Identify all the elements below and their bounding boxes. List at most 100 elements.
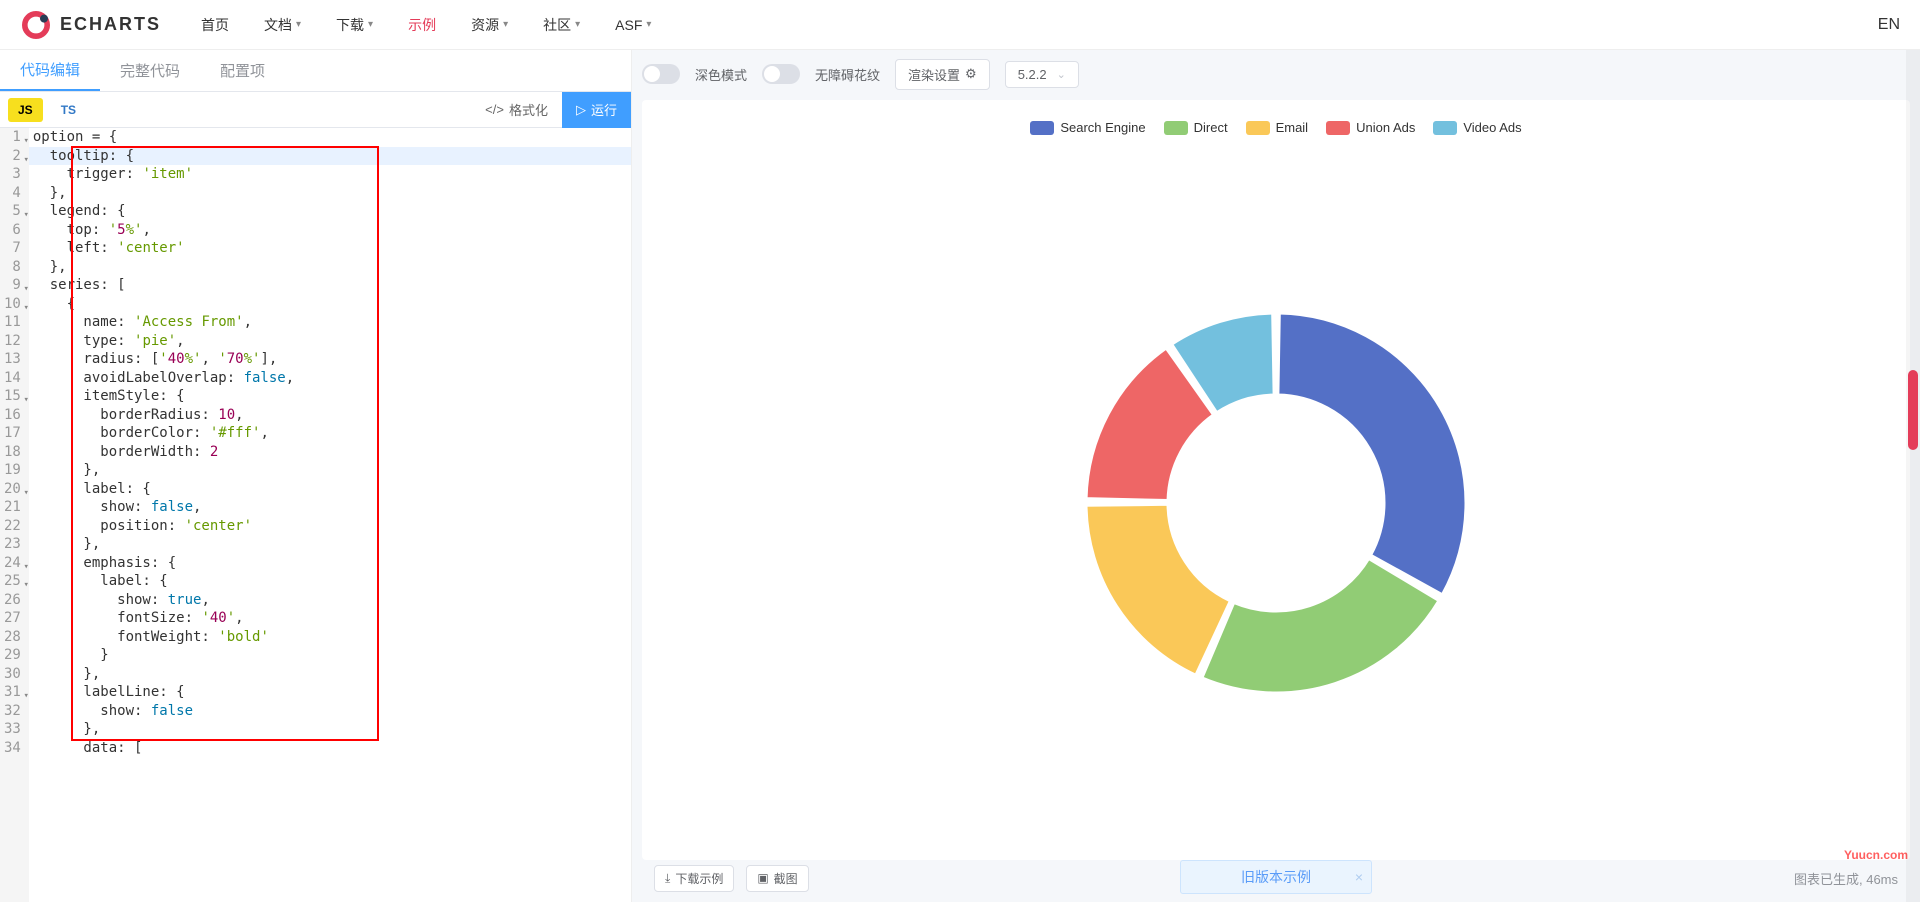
- download-icon: ⤓: [665, 871, 670, 886]
- legend-swatch: [1433, 121, 1457, 135]
- scrollbar[interactable]: [1906, 50, 1920, 902]
- logo[interactable]: ECHARTS: [20, 9, 161, 41]
- version-select[interactable]: 5.2.2 ⌄: [1005, 61, 1079, 88]
- code-line[interactable]: top: '5%',: [29, 221, 631, 240]
- run-button[interactable]: ▷ 运行: [562, 92, 631, 128]
- main-content: 代码编辑完整代码配置项 JS TS </> 格式化 ▷ 运行 1▾2▾345▾6…: [0, 50, 1920, 902]
- code-line[interactable]: legend: {: [29, 202, 631, 221]
- legend-label: Email: [1276, 120, 1309, 135]
- code-line[interactable]: radius: ['40%', '70%'],: [29, 350, 631, 369]
- code-line[interactable]: },: [29, 461, 631, 480]
- nav-item-6[interactable]: ASF▾: [615, 3, 651, 47]
- code-line[interactable]: fontWeight: 'bold': [29, 628, 631, 647]
- code-line[interactable]: position: 'center': [29, 517, 631, 536]
- legend-item[interactable]: Email: [1246, 120, 1309, 135]
- code-line[interactable]: show: true,: [29, 591, 631, 610]
- nav-item-0[interactable]: 首页: [201, 3, 229, 47]
- language-switch[interactable]: EN: [1878, 16, 1900, 34]
- format-label: 格式化: [509, 100, 548, 119]
- lang-ts-button[interactable]: TS: [51, 98, 86, 122]
- nav-item-4[interactable]: 资源▾: [471, 3, 508, 47]
- donut-slice[interactable]: [1202, 558, 1439, 693]
- code-editor[interactable]: 1▾2▾345▾6789▾10▾1112131415▾1617181920▾21…: [0, 128, 631, 902]
- code-line[interactable]: show: false: [29, 702, 631, 721]
- code-line[interactable]: }: [29, 646, 631, 665]
- close-icon[interactable]: ×: [1355, 869, 1363, 885]
- run-label: 运行: [591, 100, 617, 119]
- gear-icon: ⚙: [965, 66, 977, 82]
- code-line[interactable]: fontSize: '40',: [29, 609, 631, 628]
- chevron-down-icon: ▾: [296, 19, 301, 30]
- code-line[interactable]: type: 'pie',: [29, 332, 631, 351]
- code-line[interactable]: series: [: [29, 276, 631, 295]
- preview-controls: 深色模式 无障碍花纹 渲染设置 ⚙ 5.2.2 ⌄: [642, 56, 1910, 92]
- download-example-button[interactable]: ⤓ 下载示例: [654, 865, 734, 892]
- sub-tab-0[interactable]: 代码编辑: [0, 50, 100, 91]
- legend-label: Search Engine: [1060, 120, 1145, 135]
- old-version-banner[interactable]: 旧版本示例 ×: [1180, 860, 1372, 894]
- preview-footer: ⤓ 下载示例 ▣ 截图 旧版本示例 × 图表已生成, 46ms: [642, 860, 1910, 896]
- nav-item-3[interactable]: 示例: [408, 3, 436, 47]
- nav-item-1[interactable]: 文档▾: [264, 3, 301, 47]
- code-line[interactable]: },: [29, 535, 631, 554]
- code-line[interactable]: option = {: [29, 128, 631, 147]
- code-line[interactable]: left: 'center': [29, 239, 631, 258]
- legend-swatch: [1164, 121, 1188, 135]
- logo-icon: [20, 9, 52, 41]
- download-label: 下载示例: [675, 870, 723, 887]
- lang-js-button[interactable]: JS: [8, 98, 43, 122]
- play-icon: ▷: [576, 102, 586, 118]
- donut-slice[interactable]: [1278, 313, 1466, 595]
- chart-legend: Search Engine Direct Email Union Ads Video A…: [642, 100, 1910, 145]
- nav-item-2[interactable]: 下载▾: [336, 3, 373, 47]
- format-button[interactable]: </> 格式化: [471, 92, 562, 128]
- code-line[interactable]: label: {: [29, 572, 631, 591]
- legend-label: Union Ads: [1356, 120, 1415, 135]
- code-icon: </>: [485, 102, 504, 117]
- code-line[interactable]: },: [29, 184, 631, 203]
- code-line[interactable]: },: [29, 720, 631, 739]
- legend-item[interactable]: Video Ads: [1433, 120, 1521, 135]
- code-line[interactable]: },: [29, 665, 631, 684]
- sub-tab-2[interactable]: 配置项: [200, 50, 285, 91]
- screenshot-button[interactable]: ▣ 截图: [746, 865, 808, 892]
- chevron-down-icon: ⌄: [1057, 68, 1066, 81]
- sub-tab-1[interactable]: 完整代码: [100, 50, 200, 91]
- chevron-down-icon: ▾: [646, 19, 651, 30]
- code-line[interactable]: },: [29, 258, 631, 277]
- code-line[interactable]: borderWidth: 2: [29, 443, 631, 462]
- donut-slice[interactable]: [1086, 504, 1230, 675]
- legend-item[interactable]: Search Engine: [1030, 120, 1145, 135]
- chevron-down-icon: ▾: [503, 19, 508, 30]
- a11y-toggle[interactable]: [762, 64, 800, 84]
- render-label: 渲染设置: [908, 65, 960, 84]
- code-line[interactable]: show: false,: [29, 498, 631, 517]
- dark-mode-label: 深色模式: [695, 65, 747, 84]
- code-line[interactable]: avoidLabelOverlap: false,: [29, 369, 631, 388]
- code-line[interactable]: labelLine: {: [29, 683, 631, 702]
- code-pane: 代码编辑完整代码配置项 JS TS </> 格式化 ▷ 运行 1▾2▾345▾6…: [0, 50, 632, 902]
- code-body[interactable]: option = { tooltip: { trigger: 'item' },…: [29, 128, 631, 902]
- code-line[interactable]: data: [: [29, 739, 631, 758]
- render-settings-button[interactable]: 渲染设置 ⚙: [895, 59, 990, 90]
- legend-swatch: [1326, 121, 1350, 135]
- code-line[interactable]: borderColor: '#fff',: [29, 424, 631, 443]
- code-line[interactable]: label: {: [29, 480, 631, 499]
- editor-toolbar: JS TS </> 格式化 ▷ 运行: [0, 92, 631, 128]
- code-line[interactable]: {: [29, 295, 631, 314]
- code-line[interactable]: borderRadius: 10,: [29, 406, 631, 425]
- code-line[interactable]: itemStyle: {: [29, 387, 631, 406]
- legend-item[interactable]: Direct: [1164, 120, 1228, 135]
- code-line[interactable]: tooltip: {: [29, 147, 631, 166]
- code-line[interactable]: emphasis: {: [29, 554, 631, 573]
- legend-item[interactable]: Union Ads: [1326, 120, 1415, 135]
- render-status: 图表已生成, 46ms: [1794, 869, 1898, 888]
- dark-mode-toggle[interactable]: [642, 64, 680, 84]
- nav-item-5[interactable]: 社区▾: [543, 3, 580, 47]
- donut-wrap: [642, 145, 1910, 860]
- preview-pane: 深色模式 无障碍花纹 渲染设置 ⚙ 5.2.2 ⌄ Search Engine D…: [632, 50, 1920, 902]
- code-line[interactable]: name: 'Access From',: [29, 313, 631, 332]
- top-header: ECHARTS 首页文档▾ 下载▾ 示例资源▾ 社区▾ ASF▾ EN: [0, 0, 1920, 50]
- donut-chart[interactable]: [1046, 273, 1506, 733]
- code-line[interactable]: trigger: 'item': [29, 165, 631, 184]
